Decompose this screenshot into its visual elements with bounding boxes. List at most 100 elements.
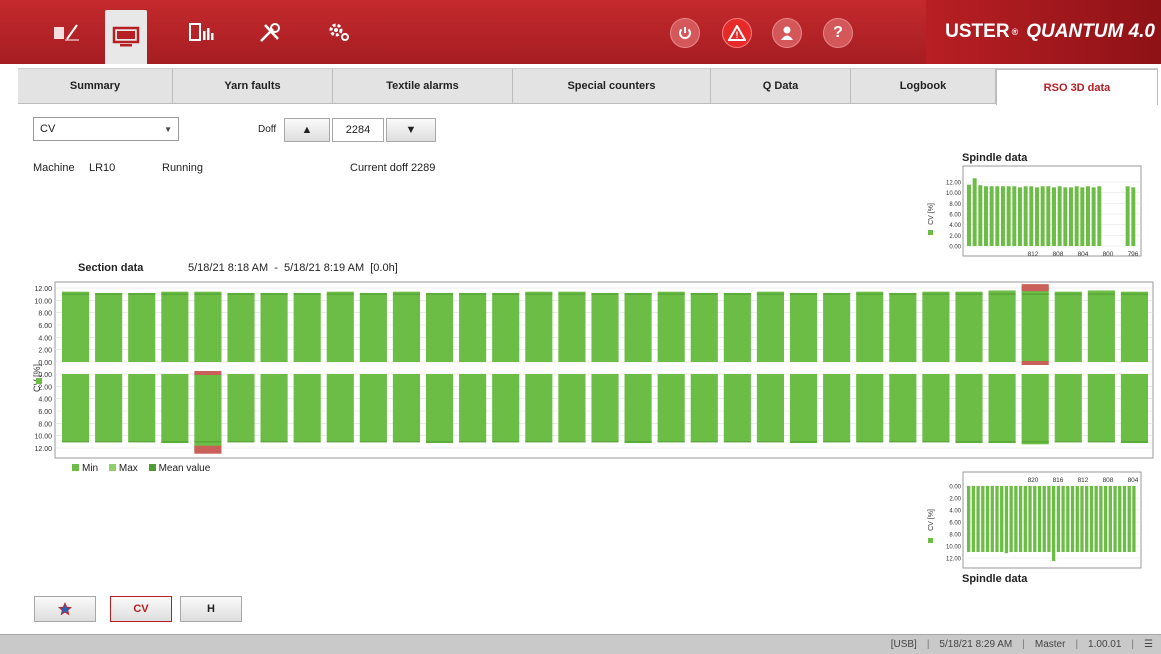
spindle-bar[interactable] [995, 486, 999, 552]
spindle-bar[interactable] [1004, 486, 1009, 554]
section-lower-bar[interactable] [227, 374, 255, 442]
spindle-bar[interactable] [1099, 486, 1103, 552]
section-upper-bar[interactable] [1054, 291, 1082, 362]
spindle-bar[interactable] [1086, 186, 1090, 246]
section-upper-bar[interactable] [161, 291, 189, 362]
spindle-bar[interactable] [984, 186, 988, 246]
section-lower-bar[interactable] [955, 374, 983, 444]
section-lower-bar[interactable] [293, 374, 321, 442]
section-lower-bar[interactable] [128, 374, 156, 442]
section-upper-bar[interactable] [988, 290, 1016, 362]
section-lower-bar[interactable] [326, 374, 354, 442]
spindle-bar[interactable] [985, 486, 990, 552]
spindle-bar[interactable] [1052, 486, 1056, 561]
section-lower-bar[interactable] [789, 374, 818, 444]
section-upper-bar[interactable] [425, 292, 454, 362]
section-lower-bar[interactable] [624, 374, 652, 444]
spindle-bar[interactable] [1037, 486, 1042, 552]
spindle-bar[interactable] [1009, 486, 1013, 552]
user-icon[interactable] [772, 18, 802, 48]
spindle-bar[interactable] [1108, 486, 1112, 552]
section-upper-bar[interactable] [61, 291, 90, 362]
spindle-bar[interactable] [967, 486, 971, 552]
section-upper-bar[interactable] [823, 292, 851, 362]
section-upper-bar[interactable] [723, 292, 751, 362]
h-button[interactable]: H [180, 596, 242, 622]
section-lower-bar[interactable] [161, 374, 189, 444]
spindle-bar[interactable] [1057, 186, 1062, 246]
tab-logbook[interactable]: Logbook [851, 69, 996, 103]
section-lower-bar[interactable] [525, 374, 553, 442]
spindle-bar[interactable] [1122, 486, 1127, 552]
power-icon[interactable] [670, 18, 700, 48]
spindle-bar[interactable] [1074, 186, 1079, 246]
tab-textile-alarms[interactable]: Textile alarms [333, 69, 513, 103]
logbook-pen-icon[interactable] [45, 14, 87, 50]
spindle-bar[interactable] [978, 185, 983, 246]
section-upper-bar[interactable] [392, 291, 421, 362]
report-chart-icon[interactable] [180, 14, 222, 50]
tab-summary[interactable]: Summary [18, 69, 173, 103]
spindle-bar[interactable] [990, 486, 994, 552]
spindle-bar[interactable] [1023, 186, 1028, 246]
tab-special-counters[interactable]: Special counters [513, 69, 711, 103]
spindle-bar[interactable] [1063, 187, 1068, 246]
spindle-bar[interactable] [1052, 187, 1056, 246]
spindle-bar[interactable] [976, 486, 980, 552]
section-upper-bar[interactable] [293, 292, 321, 362]
spindle-bar[interactable] [1056, 486, 1061, 552]
alarm-warning-icon[interactable]: ! [722, 18, 752, 48]
section-upper-bar[interactable] [227, 292, 255, 362]
section-upper-bar[interactable] [756, 291, 785, 362]
spindle-bar[interactable] [1029, 186, 1034, 246]
section-upper-bar[interactable] [922, 291, 950, 362]
section-upper-bar[interactable] [194, 291, 222, 362]
spindle-bar[interactable] [1094, 486, 1098, 552]
section-upper-bar[interactable] [558, 291, 586, 362]
section-lower-bar[interactable] [1021, 374, 1049, 445]
cv-button[interactable]: CV [110, 596, 172, 622]
spindle-bar[interactable] [1113, 486, 1117, 552]
spindle-bar[interactable] [971, 486, 976, 552]
spindle-bar[interactable] [1018, 486, 1023, 552]
spindle-bar[interactable] [1042, 486, 1046, 552]
spindle-bar[interactable] [1118, 486, 1122, 552]
spindle-bar[interactable] [1028, 486, 1032, 552]
section-lower-bar[interactable] [425, 374, 454, 444]
spindle-bar[interactable] [1091, 187, 1096, 246]
spindle-bar[interactable] [1085, 486, 1089, 552]
section-upper-bar[interactable] [1120, 291, 1149, 362]
spindle-bar[interactable] [1018, 187, 1022, 246]
spindle-bar[interactable] [1125, 186, 1130, 246]
section-lower-bar[interactable] [856, 374, 884, 442]
section-lower-bar[interactable] [988, 374, 1016, 444]
spindle-bar[interactable] [1103, 486, 1108, 552]
section-lower-bar[interactable] [889, 374, 917, 442]
spindle-bar[interactable] [1080, 187, 1085, 246]
section-upper-bar[interactable] [459, 292, 487, 362]
spindle-bar[interactable] [1075, 486, 1079, 552]
section-upper-bar[interactable] [889, 292, 917, 362]
favorites-button[interactable] [34, 596, 96, 622]
spindle-bar[interactable] [1035, 187, 1039, 246]
doff-up-button[interactable]: ▲ [284, 118, 330, 142]
spindle-bar[interactable] [1066, 486, 1070, 552]
settings-gears-icon[interactable] [318, 14, 360, 50]
spindle-bar[interactable] [981, 486, 985, 552]
spindle-bar[interactable] [995, 186, 1000, 246]
section-lower-bar[interactable] [492, 374, 520, 442]
section-upper-bar[interactable] [624, 292, 652, 362]
section-upper-bar[interactable] [326, 291, 354, 362]
section-upper-bar[interactable] [690, 292, 718, 362]
spindle-bar[interactable] [1047, 486, 1051, 552]
section-upper-bar[interactable] [789, 292, 818, 362]
section-lower-bar[interactable] [1120, 374, 1149, 444]
tab-q-data[interactable]: Q Data [711, 69, 851, 103]
doff-down-button[interactable]: ▼ [386, 118, 436, 142]
spindle-bar[interactable] [1046, 186, 1051, 246]
spindle-bar[interactable] [1080, 486, 1084, 552]
spindle-bar[interactable] [1097, 186, 1102, 246]
spindle-bar[interactable] [967, 184, 971, 246]
section-lower-bar[interactable] [359, 374, 387, 442]
spindle-bar[interactable] [989, 186, 994, 246]
